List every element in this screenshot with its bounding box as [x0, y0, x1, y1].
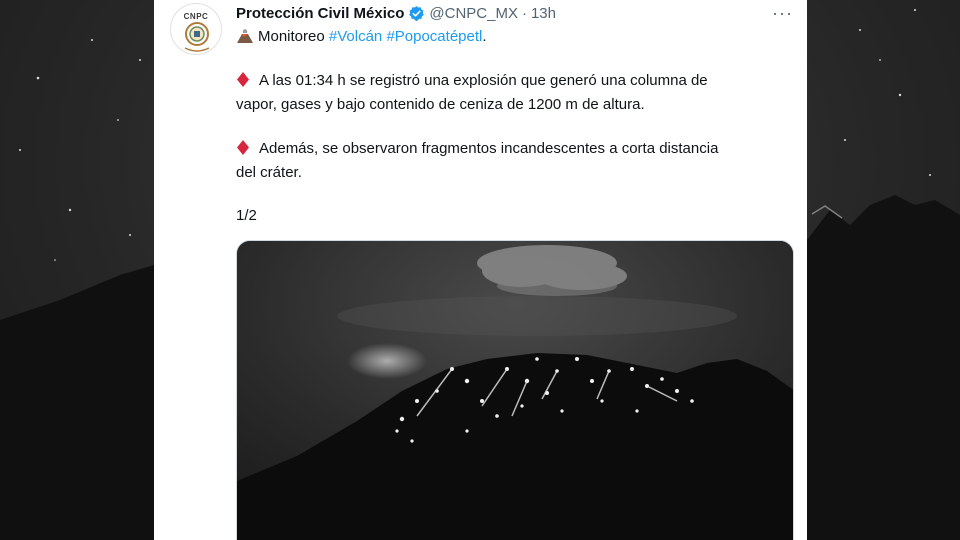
paragraph-1-line-2: vapor, gases y bajo contenido de ceniza …: [236, 96, 645, 113]
tweet-media-image[interactable]: [236, 240, 794, 540]
paragraph-1-line-1: A las 01:34 h se registró una explosión …: [236, 72, 708, 89]
monitoreo-text: Monitoreo: [258, 28, 325, 45]
avatar[interactable]: CNPC: [170, 3, 222, 55]
volcano-emoji-icon: [237, 29, 253, 43]
tweet-header: Protección Civil México @CNPC_MX · 13h: [236, 3, 556, 23]
red-diamond-emoji-icon: [237, 140, 249, 155]
cnpc-emblem-icon: [184, 22, 210, 52]
handle[interactable]: @CNPC_MX: [429, 5, 518, 22]
verified-badge-icon: [409, 5, 425, 21]
display-name[interactable]: Protección Civil México: [236, 5, 404, 22]
tweet-line-1: Monitoreo #Volcán #Popocatépetl.: [236, 28, 487, 45]
paragraph-2-text-1: Además, se observaron fragmentos incande…: [259, 140, 719, 157]
more-options-icon[interactable]: ···: [772, 4, 793, 22]
line1-period: .: [482, 28, 487, 45]
tweet-card: CNPC Protección Civil México @CNPC_MX · …: [154, 0, 807, 540]
separator-dot: ·: [521, 4, 527, 22]
paragraph-1-text-1: A las 01:34 h se registró una explosión …: [259, 72, 708, 89]
hashtag-volcan-link[interactable]: #Volcán: [329, 28, 382, 45]
paragraph-2-line-2: del cráter.: [236, 164, 302, 181]
paragraph-2-line-1: Además, se observaron fragmentos incande…: [236, 140, 718, 157]
red-diamond-emoji-icon: [237, 72, 249, 87]
timestamp[interactable]: 13h: [531, 5, 556, 22]
volcano-eruption-photo: [237, 241, 793, 540]
thread-pagination: 1/2: [236, 207, 257, 224]
hashtag-popocatepetl-link[interactable]: #Popocatépetl: [386, 28, 482, 45]
